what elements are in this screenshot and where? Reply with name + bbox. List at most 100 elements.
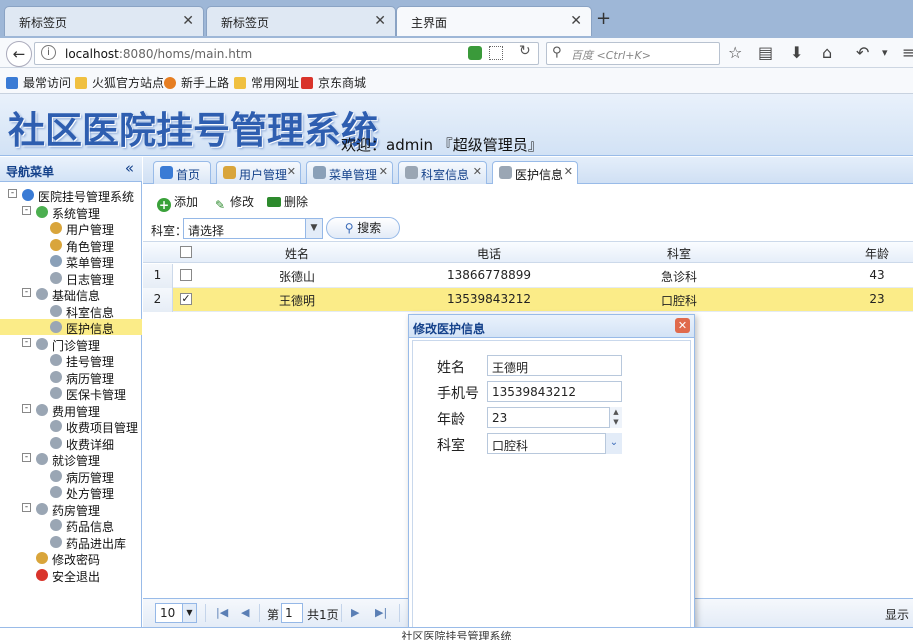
bookmark-common-sites[interactable]: 常用网址 bbox=[234, 74, 299, 91]
select-all-checkbox[interactable] bbox=[180, 246, 192, 258]
nav-item[interactable]: 用户管理 bbox=[0, 220, 142, 237]
phone-field[interactable]: 13539843212 bbox=[487, 381, 622, 402]
chevron-down-icon[interactable]: ▼ bbox=[305, 219, 322, 238]
tree-toggle-icon[interactable]: - bbox=[22, 403, 31, 413]
bookmark-star-icon[interactable]: ☆ bbox=[728, 43, 742, 62]
browser-tab-1[interactable]: 新标签页 ✕ bbox=[4, 6, 204, 36]
nav-item[interactable]: 病历管理 bbox=[0, 468, 142, 485]
content-tab[interactable]: 医护信息 ✕ bbox=[492, 161, 578, 185]
nav-item[interactable]: - 基础信息 bbox=[0, 286, 142, 303]
reading-list-icon[interactable]: ▤ bbox=[758, 43, 773, 62]
tree-toggle-icon[interactable]: - bbox=[22, 337, 31, 347]
reload-icon[interactable]: ↻ bbox=[519, 43, 531, 59]
column-header-dept[interactable]: 科室 bbox=[583, 245, 775, 262]
nav-item[interactable]: 药品进出库 bbox=[0, 534, 142, 551]
close-icon[interactable]: ✕ bbox=[570, 13, 582, 29]
next-page-icon[interactable]: ▶ bbox=[351, 606, 359, 619]
row-checkbox[interactable] bbox=[180, 269, 192, 281]
tree-toggle-icon[interactable]: - bbox=[22, 288, 31, 297]
add-button[interactable]: + 添加 bbox=[157, 193, 198, 212]
download-icon[interactable]: ⬇ bbox=[790, 43, 803, 62]
content-tab[interactable]: 菜单管理 ✕ bbox=[306, 161, 393, 184]
search-button[interactable]: ⚲ 搜索 bbox=[326, 217, 400, 239]
content-tab[interactable]: 科室信息 ✕ bbox=[398, 161, 487, 184]
dept-filter-select[interactable]: 请选择 ▼ bbox=[183, 218, 323, 239]
total-pages-label: 共1页 bbox=[307, 608, 339, 622]
nav-item[interactable]: 药品信息 bbox=[0, 517, 142, 534]
close-icon[interactable]: ✕ bbox=[564, 165, 573, 178]
nav-item[interactable]: 菜单管理 bbox=[0, 253, 142, 270]
url-bar[interactable]: i localhost:8080/homs/main.htm ↻ bbox=[34, 42, 539, 65]
close-icon[interactable]: ✕ bbox=[374, 13, 386, 29]
firefox-icon bbox=[164, 77, 176, 89]
nav-item[interactable]: 科室信息 bbox=[0, 303, 142, 320]
edit-button[interactable]: ✎ 修改 bbox=[213, 193, 254, 212]
nav-item[interactable]: - 系统管理 bbox=[0, 204, 142, 221]
nav-item[interactable]: 处方管理 bbox=[0, 484, 142, 501]
nav-item[interactable]: 挂号管理 bbox=[0, 352, 142, 369]
new-tab-button[interactable]: + bbox=[596, 8, 611, 29]
chevron-down-icon[interactable]: ▾ bbox=[882, 46, 888, 59]
nav-item[interactable]: 日志管理 bbox=[0, 270, 142, 287]
nav-item[interactable]: 医保卡管理 bbox=[0, 385, 142, 402]
row-checkbox[interactable]: ✓ bbox=[180, 293, 192, 305]
column-header-phone[interactable]: 电话 bbox=[395, 245, 583, 262]
bookmark-firefox-site[interactable]: 火狐官方站点 bbox=[75, 74, 164, 91]
info-icon[interactable]: i bbox=[41, 45, 56, 60]
bookmark-getting-started[interactable]: 新手上路 bbox=[164, 74, 229, 91]
qr-code-icon[interactable] bbox=[489, 46, 503, 60]
nav-item[interactable]: 病历管理 bbox=[0, 369, 142, 386]
prev-page-icon[interactable]: ◀ bbox=[241, 606, 249, 619]
shield-icon[interactable] bbox=[468, 46, 482, 60]
browser-tab-3[interactable]: 主界面 ✕ bbox=[396, 6, 592, 36]
page-number-input[interactable]: 1 bbox=[281, 603, 303, 623]
nav-item[interactable]: 安全退出 bbox=[0, 567, 142, 584]
tree-toggle-icon[interactable]: - bbox=[8, 189, 17, 198]
age-stepper[interactable]: ▲ ▼ bbox=[609, 407, 622, 428]
close-icon[interactable]: ✕ bbox=[287, 165, 296, 178]
menu-icon[interactable]: ≡ bbox=[902, 43, 913, 62]
nav-item[interactable]: - 门诊管理 bbox=[0, 336, 142, 353]
nav-item[interactable]: 医护信息 bbox=[0, 319, 142, 336]
home-icon[interactable]: ⌂ bbox=[822, 43, 832, 62]
search-input[interactable]: ⚲ 百度 <Ctrl+K> bbox=[546, 42, 720, 65]
chevron-down-icon[interactable]: ▼ bbox=[182, 604, 196, 622]
page-size-select[interactable]: 10 ▼ bbox=[155, 603, 197, 623]
nav-item[interactable]: 修改密码 bbox=[0, 550, 142, 567]
chevron-down-icon[interactable]: ⌄ bbox=[605, 433, 622, 454]
close-icon[interactable]: ✕ bbox=[182, 13, 194, 29]
nav-item[interactable]: - 就诊管理 bbox=[0, 451, 142, 468]
undo-icon[interactable]: ↶ bbox=[856, 43, 869, 62]
column-header-age[interactable]: 年龄 bbox=[775, 245, 913, 262]
table-row[interactable]: 2 ✓ 王德明 13539843212 口腔科 23 bbox=[143, 288, 913, 312]
dept-select[interactable]: 口腔科 bbox=[487, 433, 622, 454]
first-page-icon[interactable]: |◀ bbox=[216, 606, 228, 619]
table-row[interactable]: 1 张德山 13866778899 急诊科 43 bbox=[143, 264, 913, 288]
close-icon[interactable]: ✕ bbox=[675, 318, 690, 333]
age-field[interactable]: 23 bbox=[487, 407, 622, 428]
last-page-icon[interactable]: ▶| bbox=[375, 606, 387, 619]
bookmark-most-visited[interactable]: 最常访问 bbox=[6, 74, 71, 91]
content-tab[interactable]: 用户管理 ✕ bbox=[216, 161, 301, 184]
collapse-button[interactable]: « bbox=[125, 159, 134, 177]
browser-tab-2[interactable]: 新标签页 ✕ bbox=[206, 6, 396, 36]
name-field[interactable]: 王德明 bbox=[487, 355, 622, 376]
nav-item[interactable]: 收费详细 bbox=[0, 435, 142, 452]
close-icon[interactable]: ✕ bbox=[473, 165, 482, 178]
nav-item[interactable]: 收费项目管理 bbox=[0, 418, 142, 435]
nav-item[interactable]: - 费用管理 bbox=[0, 402, 142, 419]
tree-toggle-icon[interactable]: - bbox=[22, 205, 31, 215]
content-tab[interactable]: 首页 bbox=[153, 161, 211, 184]
delete-button[interactable]: 删除 bbox=[267, 193, 308, 210]
nav-item[interactable]: - 药房管理 bbox=[0, 501, 142, 518]
nav-item-label: 门诊管理 bbox=[52, 338, 101, 353]
nav-item[interactable]: - 医院挂号管理系统 bbox=[0, 187, 142, 204]
tree-toggle-icon[interactable]: - bbox=[22, 502, 31, 512]
bookmark-jd[interactable]: 京东商城 bbox=[301, 74, 366, 91]
back-button[interactable]: ← bbox=[6, 41, 32, 67]
tree-toggle-icon[interactable]: - bbox=[22, 453, 31, 462]
search-icon: ⚲ bbox=[552, 45, 562, 60]
column-header-name[interactable]: 姓名 bbox=[199, 245, 395, 262]
close-icon[interactable]: ✕ bbox=[379, 165, 388, 178]
nav-item[interactable]: 角色管理 bbox=[0, 237, 142, 254]
